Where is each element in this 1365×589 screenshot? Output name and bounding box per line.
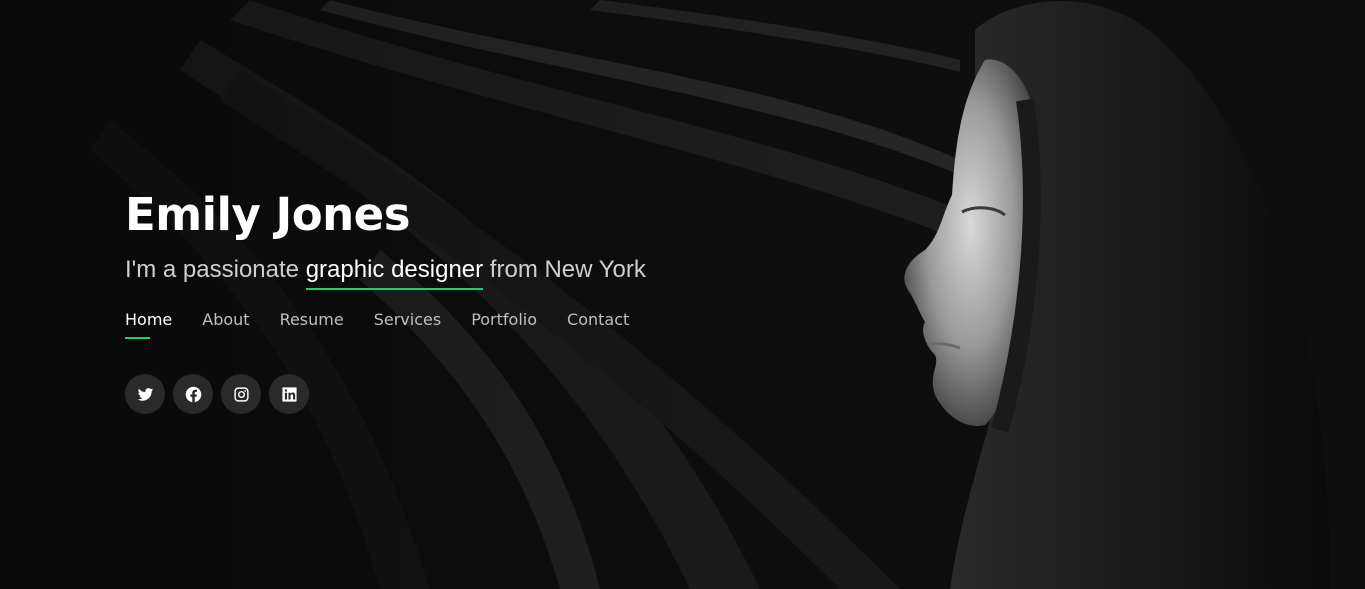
- main-nav: Home About Resume Services Portfolio Con…: [125, 309, 646, 339]
- tagline-prefix: I'm a passionate: [125, 256, 306, 283]
- hero-tagline: I'm a passionate graphic designer from N…: [125, 255, 646, 290]
- nav-portfolio[interactable]: Portfolio: [471, 309, 537, 339]
- nav-contact[interactable]: Contact: [567, 309, 629, 339]
- twitter-icon: [137, 387, 153, 401]
- social-links: [125, 374, 646, 414]
- hero-name: Emily Jones: [125, 188, 410, 241]
- linkedin-link[interactable]: [269, 374, 309, 414]
- nav-home[interactable]: Home: [125, 309, 173, 339]
- nav-resume[interactable]: Resume: [280, 309, 344, 339]
- nav-services[interactable]: Services: [374, 309, 441, 339]
- facebook-icon: [185, 386, 201, 402]
- tagline-highlight: graphic designer: [305, 256, 484, 290]
- twitter-link[interactable]: [125, 374, 165, 414]
- instagram-icon: [233, 386, 249, 402]
- tagline-suffix: from New York: [483, 256, 646, 283]
- instagram-link[interactable]: [221, 374, 261, 414]
- hero-section: Emily Jones I'm a passionate graphic des…: [0, 0, 1365, 589]
- linkedin-icon: [281, 386, 297, 402]
- hero-content: Emily Jones I'm a passionate graphic des…: [125, 186, 646, 414]
- nav-about[interactable]: About: [202, 309, 249, 339]
- facebook-link[interactable]: [173, 374, 213, 414]
